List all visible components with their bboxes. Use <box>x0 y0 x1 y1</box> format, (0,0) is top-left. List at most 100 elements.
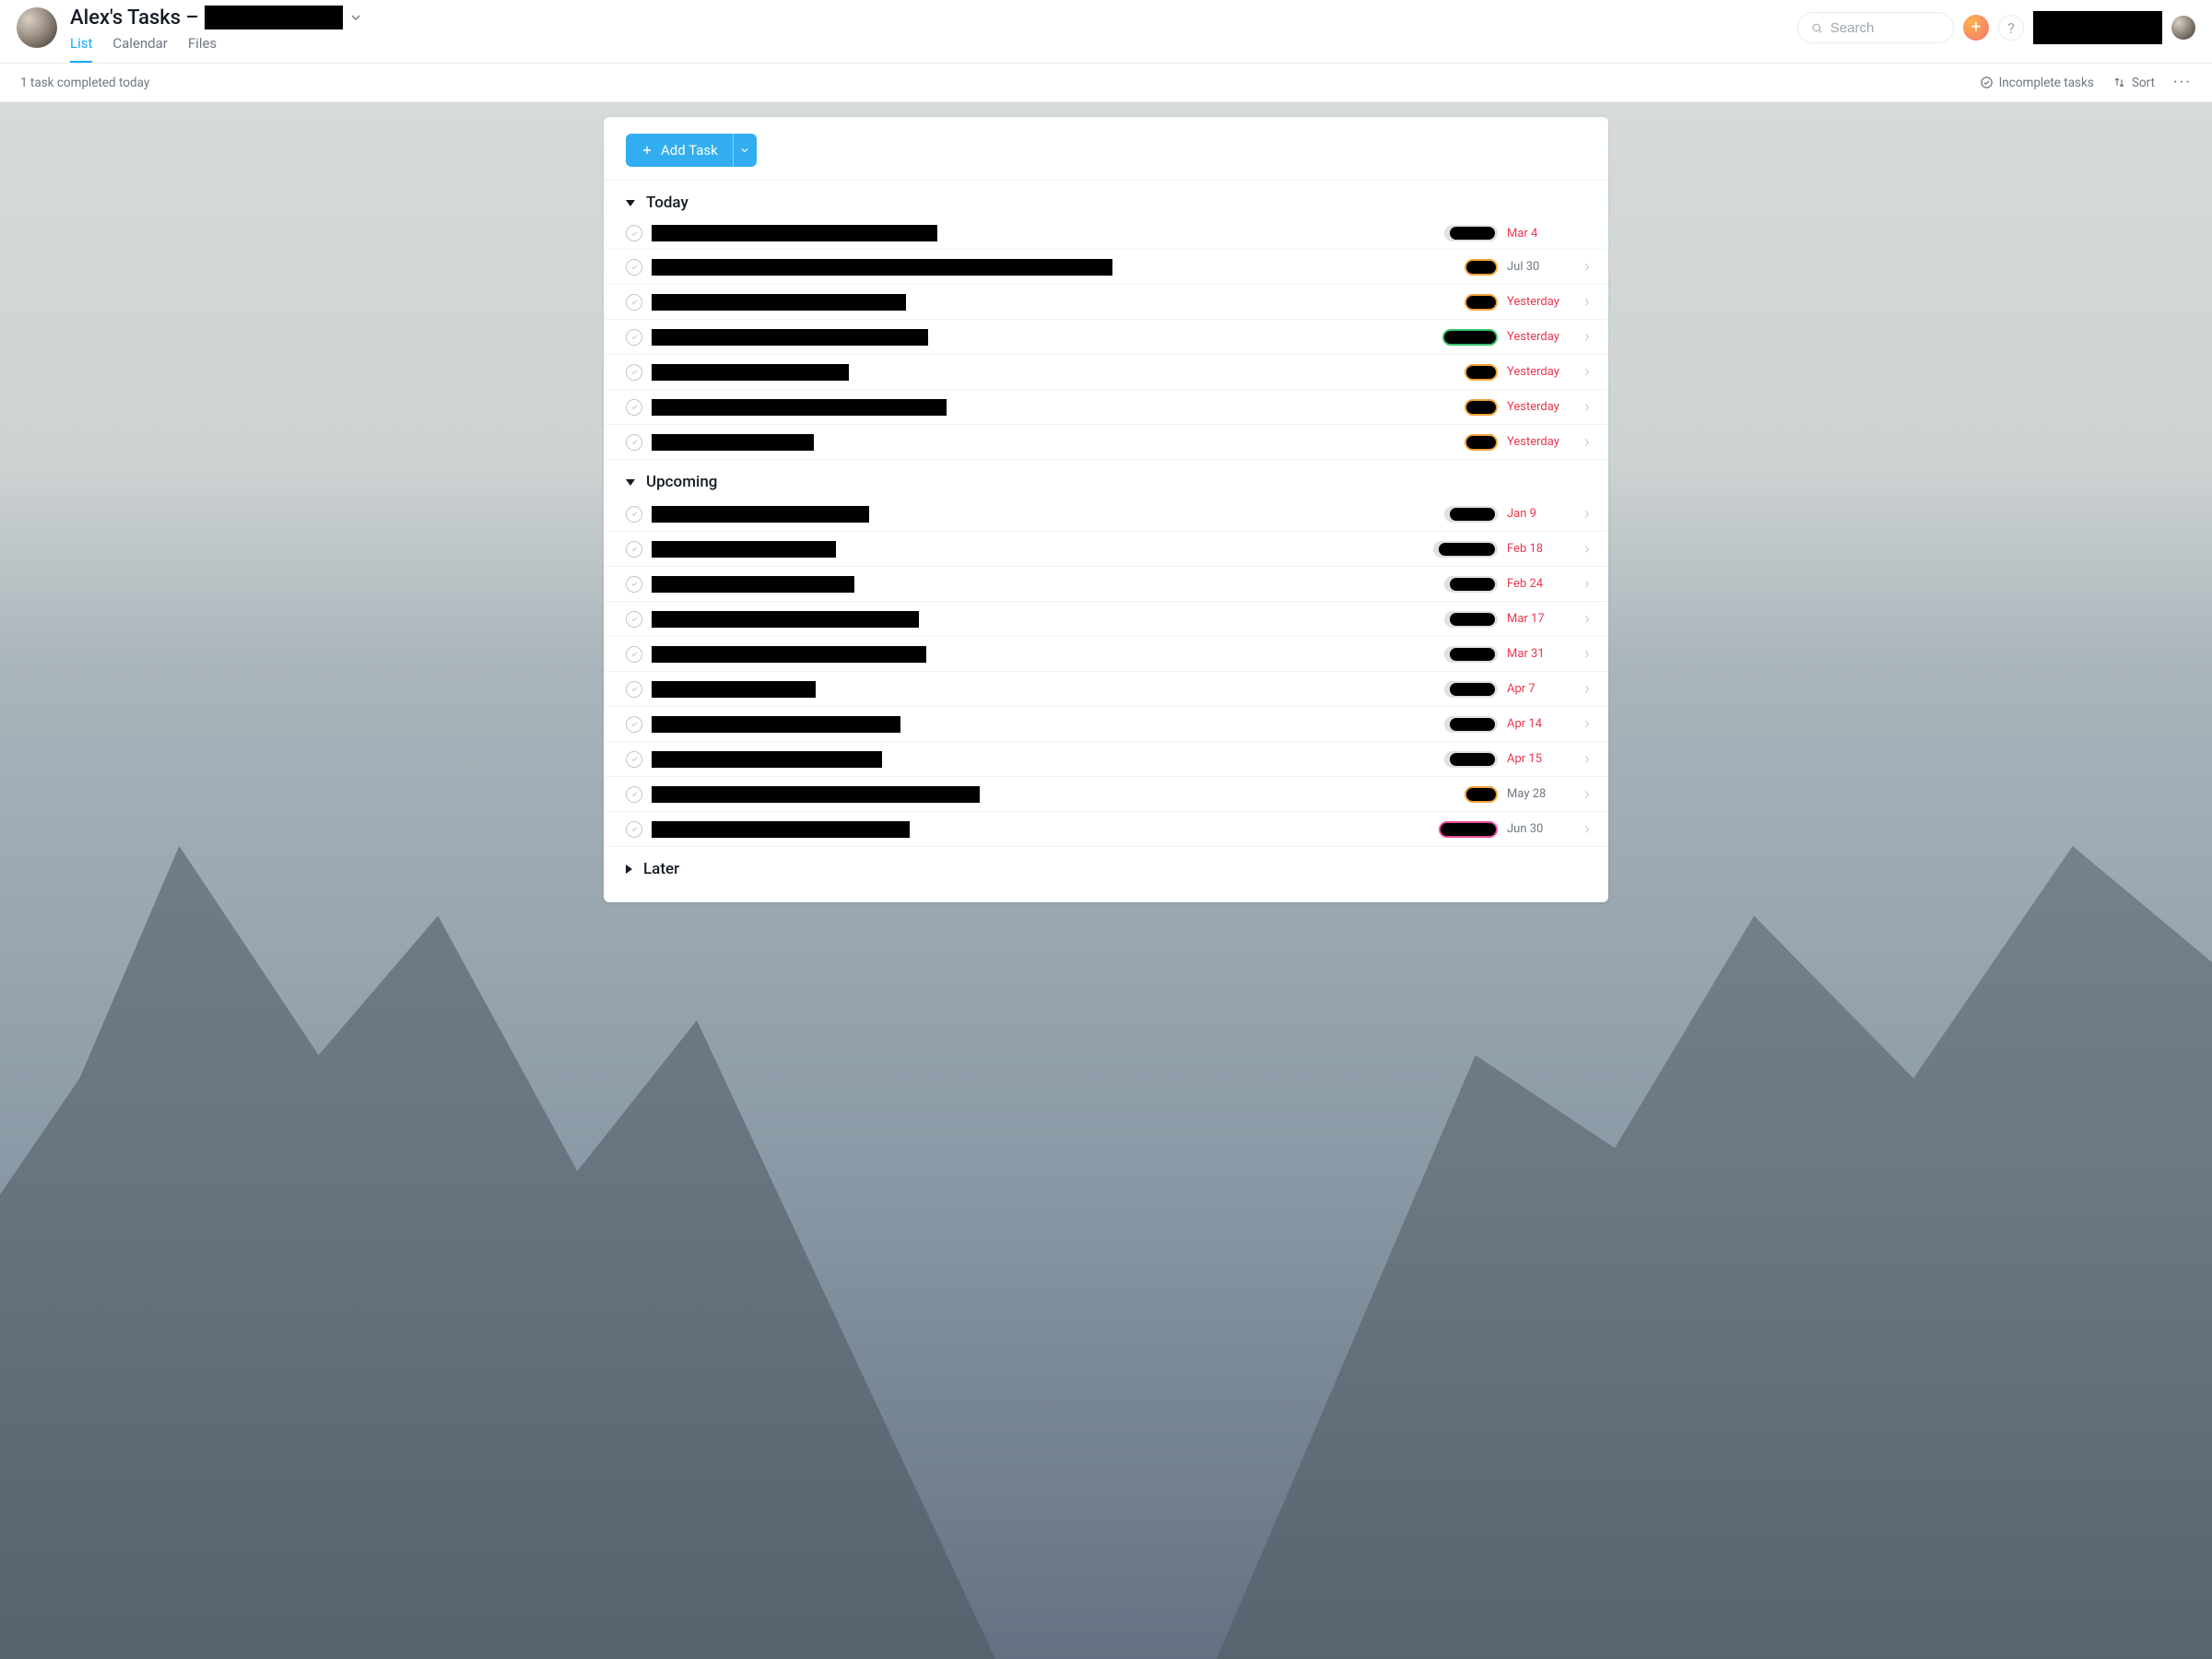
complete-checkbox[interactable] <box>626 329 642 346</box>
project-tag[interactable] <box>1442 329 1498 346</box>
project-tag[interactable] <box>1465 786 1498 803</box>
task-row[interactable]: Jun 30› <box>604 812 1608 847</box>
chevron-right-icon[interactable]: › <box>1581 504 1594 524</box>
complete-checkbox[interactable] <box>626 506 642 523</box>
project-tag[interactable] <box>1444 506 1498 523</box>
project-title[interactable]: Alex's Tasks – <box>70 6 1784 29</box>
task-row[interactable]: May 28 › <box>604 777 1608 812</box>
due-date: Yesterday <box>1507 400 1571 414</box>
chevron-right-icon[interactable]: › <box>1581 292 1594 312</box>
due-date: May 28 <box>1507 787 1571 801</box>
task-name-redacted <box>652 329 928 346</box>
complete-checkbox[interactable] <box>626 716 642 733</box>
add-task-dropdown[interactable] <box>733 134 757 167</box>
task-name-redacted <box>652 611 919 628</box>
complete-checkbox[interactable] <box>626 225 642 241</box>
complete-checkbox[interactable] <box>626 434 642 451</box>
add-task-button[interactable]: Add Task <box>626 134 733 167</box>
chevron-right-icon[interactable]: › <box>1581 644 1594 664</box>
task-row[interactable]: Jan 9› <box>604 497 1608 532</box>
complete-checkbox[interactable] <box>626 364 642 381</box>
task-row[interactable]: Yesterday › <box>604 390 1608 425</box>
chevron-right-icon[interactable]: › <box>1581 257 1594 276</box>
project-tag[interactable] <box>1444 611 1498 628</box>
project-tag[interactable] <box>1444 225 1498 241</box>
filter-incomplete[interactable]: Incomplete tasks <box>1980 76 2094 90</box>
project-tag[interactable] <box>1465 259 1498 276</box>
task-row[interactable]: Mar 17› <box>604 602 1608 637</box>
search-icon <box>1811 21 1823 35</box>
task-row[interactable]: Mar 4 <box>604 218 1608 250</box>
task-row[interactable]: Feb 24› <box>604 567 1608 602</box>
search-input[interactable] <box>1830 20 1940 36</box>
project-tag[interactable] <box>1444 751 1498 768</box>
project-tag[interactable] <box>1444 646 1498 663</box>
complete-checkbox[interactable] <box>626 751 642 768</box>
workspace-avatar[interactable] <box>17 7 57 48</box>
chevron-right-icon[interactable]: › <box>1581 749 1594 769</box>
complete-checkbox[interactable] <box>626 399 642 416</box>
chevron-down-icon[interactable] <box>348 10 363 25</box>
project-tag[interactable] <box>1465 399 1498 416</box>
view-tabs: List Calendar Files <box>70 35 1784 63</box>
complete-checkbox[interactable] <box>626 259 642 276</box>
more-actions-button[interactable]: ··· <box>2173 73 2192 92</box>
quick-add-button[interactable]: + <box>1963 15 1989 41</box>
complete-checkbox[interactable] <box>626 611 642 628</box>
chevron-right-icon[interactable]: › <box>1581 432 1594 452</box>
stage: Add Task Today Mar 4Jul 30› Yesterday › Yest… <box>0 102 2212 1659</box>
sort-button[interactable]: Sort <box>2112 76 2155 90</box>
project-title-redacted <box>205 6 343 29</box>
task-name-redacted <box>652 541 836 558</box>
complete-checkbox[interactable] <box>626 786 642 803</box>
chevron-right-icon[interactable]: › <box>1581 539 1594 559</box>
task-row[interactable]: Apr 7› <box>604 672 1608 707</box>
triangle-down-icon <box>626 200 635 206</box>
task-row[interactable]: Yesterday › <box>604 425 1608 460</box>
chevron-right-icon[interactable]: › <box>1581 362 1594 382</box>
chevron-right-icon[interactable]: › <box>1581 819 1594 839</box>
chevron-right-icon[interactable]: › <box>1581 327 1594 347</box>
chevron-right-icon[interactable]: › <box>1581 574 1594 594</box>
section-header[interactable]: Upcoming <box>604 460 1608 497</box>
chevron-right-icon[interactable]: › <box>1581 714 1594 734</box>
project-tag[interactable] <box>1465 364 1498 381</box>
task-row[interactable]: Yesterday› <box>604 285 1608 320</box>
section-title: Today <box>646 194 688 212</box>
user-avatar[interactable] <box>2171 16 2195 40</box>
task-body: TodayMar 4Jul 30›Yesterday›Yesterday›Yes… <box>604 180 1608 884</box>
add-task-group: Add Task <box>626 134 757 167</box>
section-header[interactable]: Later <box>604 847 1608 884</box>
task-row[interactable]: Yesterday› <box>604 355 1608 390</box>
task-row[interactable]: Mar 31› <box>604 637 1608 672</box>
task-row[interactable]: Jul 30› <box>604 250 1608 285</box>
project-tag[interactable] <box>1465 434 1498 451</box>
tab-calendar[interactable]: Calendar <box>112 35 168 63</box>
project-tag[interactable] <box>1444 576 1498 593</box>
chevron-right-icon[interactable]: › <box>1581 784 1594 804</box>
complete-checkbox[interactable] <box>626 821 642 838</box>
complete-checkbox[interactable] <box>626 576 642 593</box>
task-row[interactable]: Apr 14› <box>604 707 1608 742</box>
chevron-right-icon[interactable]: › <box>1581 679 1594 699</box>
tab-files[interactable]: Files <box>188 35 217 63</box>
tab-list[interactable]: List <box>70 35 92 63</box>
search-box[interactable] <box>1797 12 1954 43</box>
project-tag[interactable] <box>1465 294 1498 311</box>
project-tag[interactable] <box>1444 681 1498 698</box>
complete-checkbox[interactable] <box>626 294 642 311</box>
task-row[interactable]: Yesterday› <box>604 320 1608 355</box>
chevron-right-icon[interactable]: › <box>1581 609 1594 629</box>
task-row[interactable]: Feb 18› <box>604 532 1608 567</box>
section-header[interactable]: Today <box>604 181 1608 218</box>
complete-checkbox[interactable] <box>626 646 642 663</box>
complete-checkbox[interactable] <box>626 681 642 698</box>
complete-checkbox[interactable] <box>626 541 642 558</box>
chevron-right-icon[interactable]: › <box>1581 397 1594 417</box>
due-date: Yesterday <box>1507 435 1571 449</box>
task-row[interactable]: Apr 15› <box>604 742 1608 777</box>
help-button[interactable]: ? <box>1998 15 2024 41</box>
project-tag[interactable] <box>1444 716 1498 733</box>
project-tag[interactable] <box>1439 821 1498 838</box>
project-tag[interactable] <box>1433 541 1498 558</box>
